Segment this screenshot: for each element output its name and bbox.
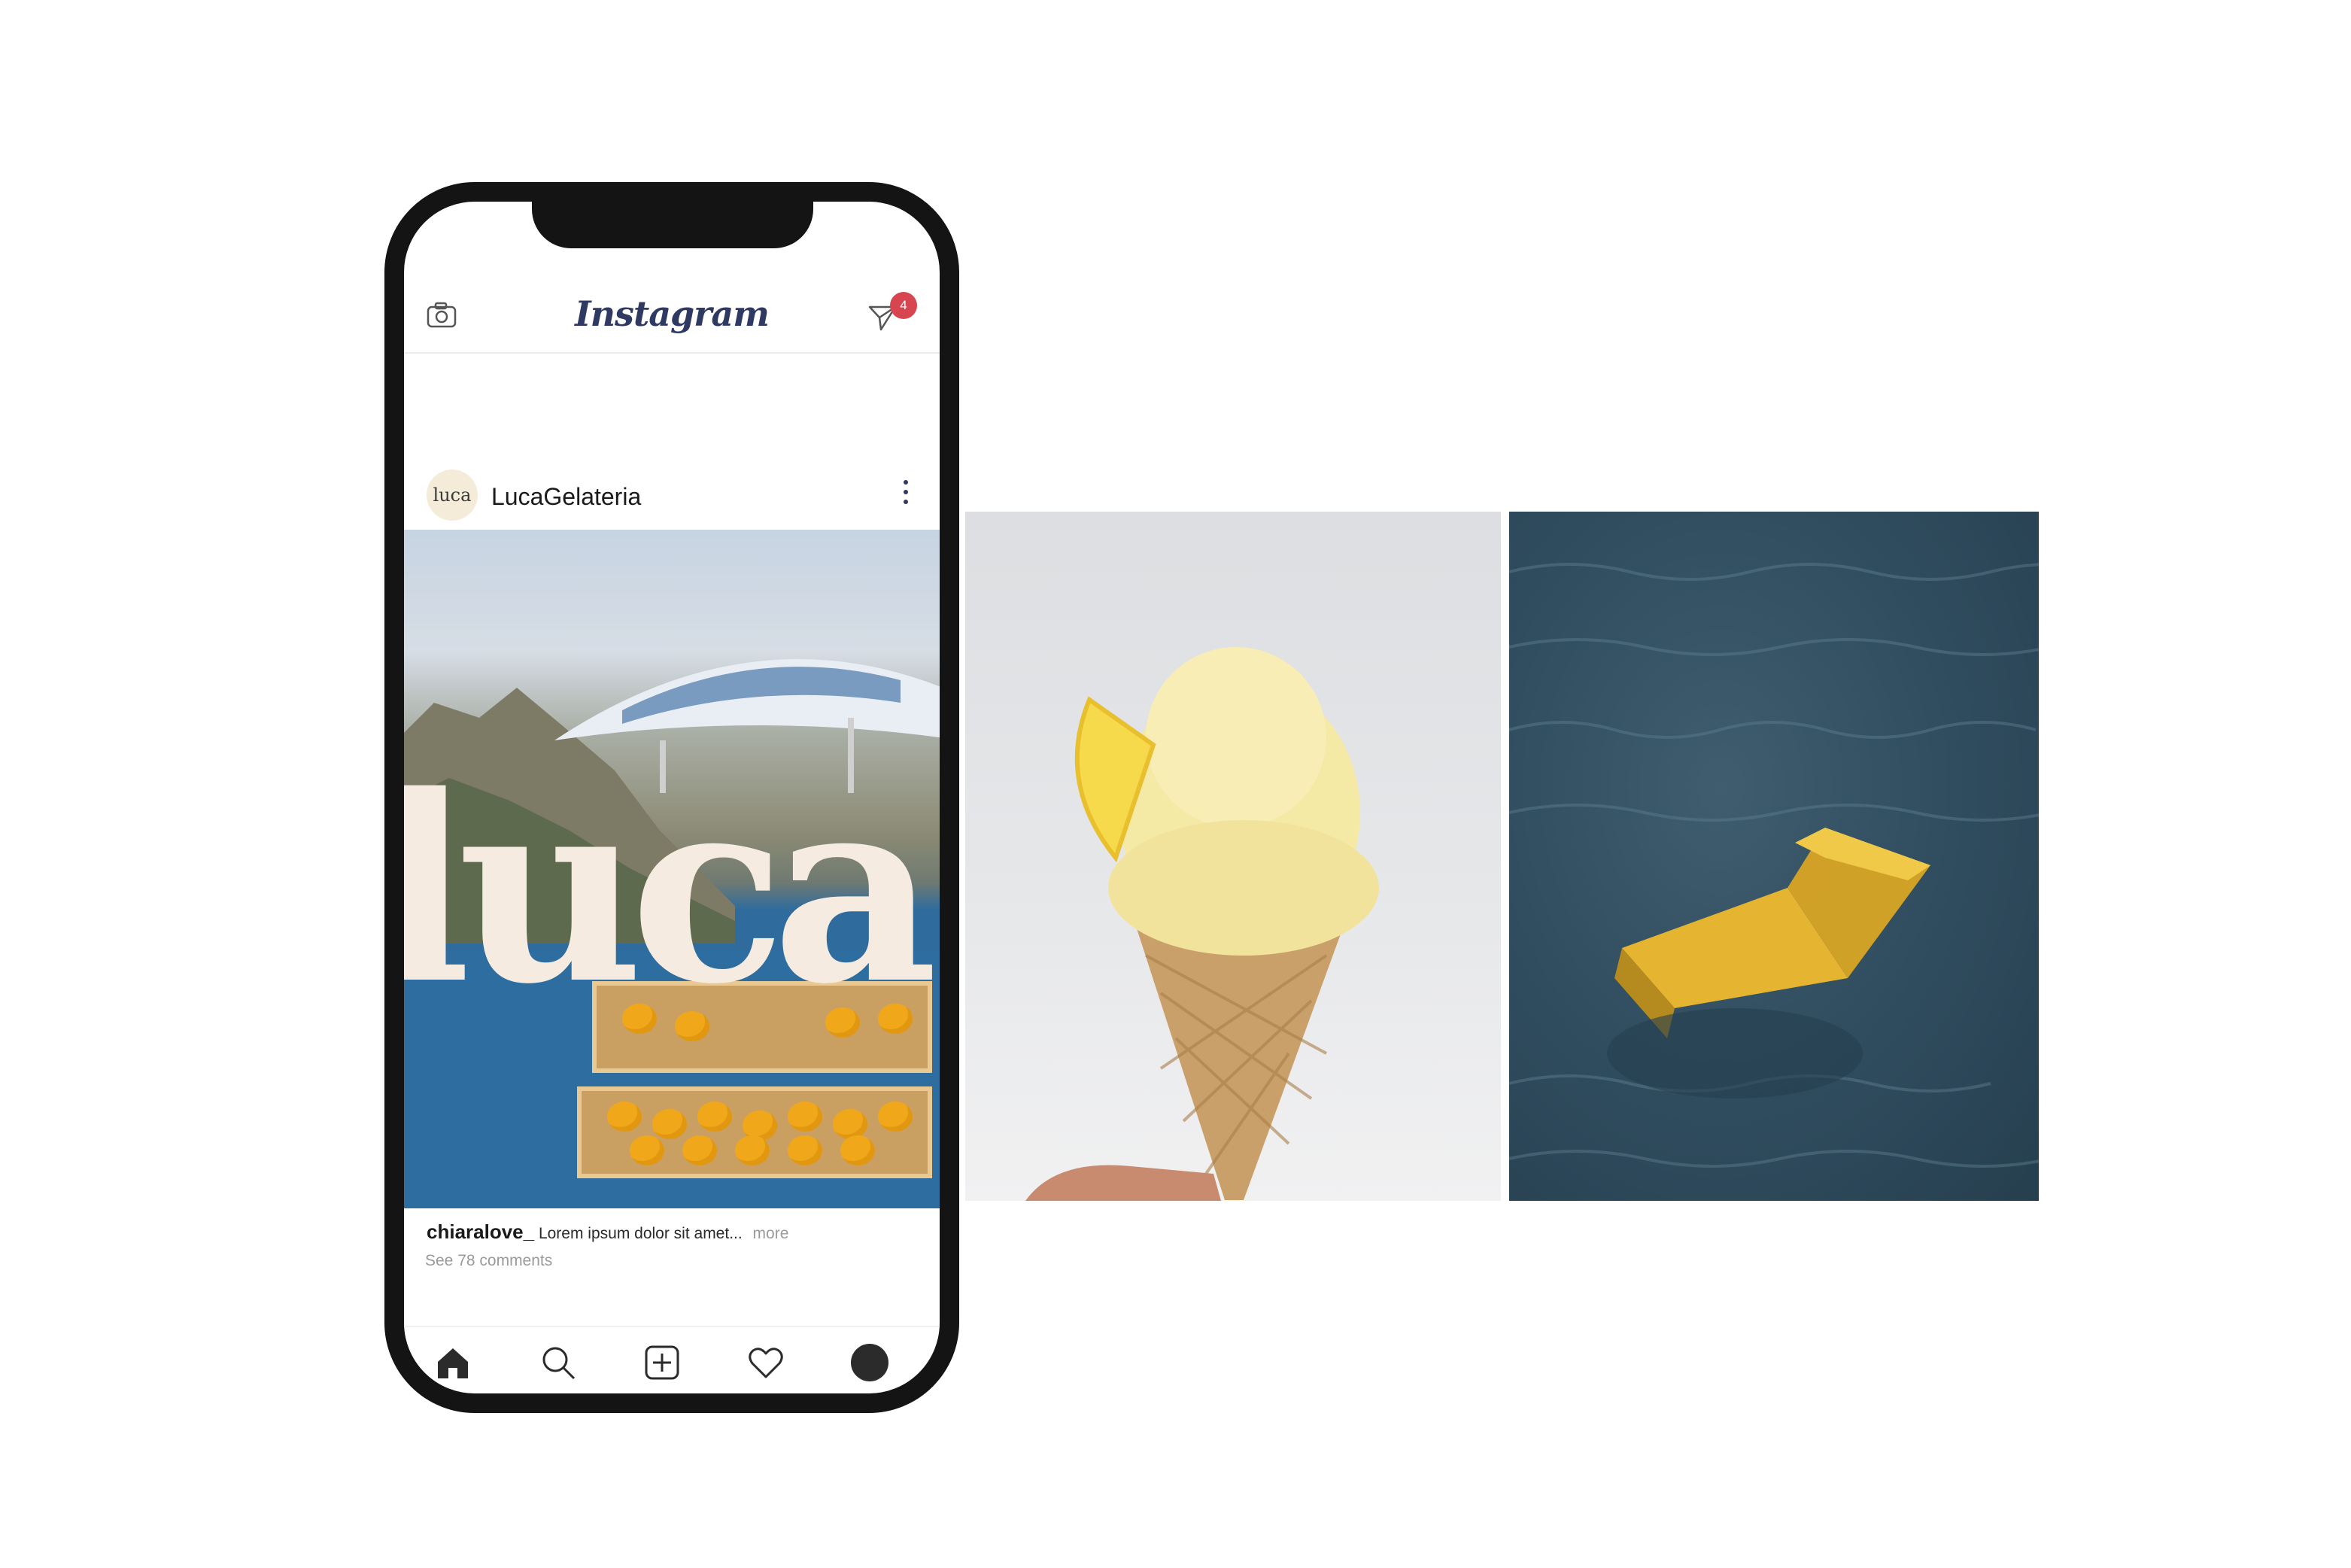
profile-icon[interactable]: [851, 1344, 888, 1381]
app-header: Instagram 4: [404, 269, 940, 354]
lemon: [682, 1135, 717, 1165]
caption-username[interactable]: chiaralove_: [427, 1220, 534, 1243]
home-icon[interactable]: [434, 1344, 472, 1381]
phone-notch: [532, 202, 813, 248]
chair-in-water-photo: [1509, 512, 2039, 1201]
lemon: [788, 1135, 822, 1165]
lemon: [697, 1102, 732, 1132]
chair-illustration: [1509, 563, 2039, 1168]
add-post-icon[interactable]: [643, 1344, 681, 1381]
lemon: [735, 1135, 770, 1165]
caption-text: Lorem ipsum dolor sit amet...: [538, 1225, 743, 1242]
lemon: [840, 1135, 875, 1165]
ice-cream-illustration: [1025, 647, 1379, 1201]
ice-cream-cone-photo: [965, 512, 1501, 1201]
post-caption: chiaralove_ Lorem ipsum dolor sit amet..…: [427, 1220, 788, 1244]
view-comments-link[interactable]: See 78 comments: [425, 1252, 552, 1270]
lemon: [630, 1135, 664, 1165]
notification-badge: 4: [890, 292, 917, 319]
caption-more-link[interactable]: more: [753, 1225, 789, 1242]
instagram-logo: Instagram: [575, 293, 770, 334]
avatar[interactable]: luca: [427, 469, 478, 521]
lemon: [652, 1109, 687, 1139]
brand-overlay-text: luca: [404, 740, 938, 1041]
search-icon[interactable]: [539, 1344, 577, 1381]
lemon: [788, 1102, 822, 1132]
post-image[interactable]: luca: [404, 530, 940, 1208]
bottom-tab-bar: [404, 1326, 940, 1393]
lemon: [833, 1109, 867, 1139]
post-header: luca LucaGelateria: [404, 466, 940, 524]
post-username[interactable]: LucaGelateria: [491, 483, 641, 511]
lemon: [607, 1102, 642, 1132]
heart-icon[interactable]: [747, 1344, 785, 1381]
lemon: [878, 1102, 913, 1132]
phone-mockup: Instagram 4 luca LucaGelateria luca chia…: [384, 182, 959, 1413]
more-options-icon[interactable]: [902, 480, 910, 510]
